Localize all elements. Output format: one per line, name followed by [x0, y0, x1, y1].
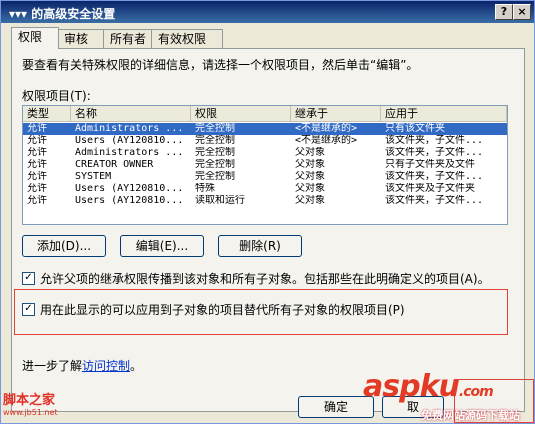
- column-header-apply-to[interactable]: 应用于: [381, 106, 507, 121]
- tab-auditing[interactable]: 审核: [57, 29, 105, 48]
- jb51-logo: 脚本之家 www.jb51.net: [3, 389, 58, 417]
- cell-apply-to: 该文件夹，子文件...: [385, 147, 484, 158]
- cell-type: 允许: [27, 195, 47, 206]
- jb51-url: www.jb51.net: [3, 408, 58, 417]
- cell-inherited-from: <不是继承的>: [295, 135, 358, 146]
- table-row[interactable]: 允许 CREATOR OWNER 完全控制 父对象 只有子文件夹及文件: [23, 159, 507, 171]
- cell-permission: 完全控制: [195, 135, 235, 146]
- cell-name: Users (AY120810...: [75, 183, 184, 194]
- cell-inherited-from: 父对象: [295, 147, 325, 158]
- cell-type: 允许: [27, 147, 47, 158]
- edit-button[interactable]: 编辑(E)...: [120, 235, 204, 257]
- cell-type: 允许: [27, 171, 47, 182]
- inherit-permissions-label: 允许父项的继承权限传播到该对象和所有子对象。包括那些在此明确定义的项目(A)。: [40, 272, 490, 286]
- cell-type: 允许: [27, 159, 47, 170]
- cell-type: 允许: [27, 123, 47, 134]
- replace-child-permissions-checkbox[interactable]: ✓: [22, 303, 35, 316]
- help-button[interactable]: ?: [495, 4, 513, 20]
- cell-inherited-from: <不是继承的>: [295, 123, 358, 134]
- cell-permission: 完全控制: [195, 123, 235, 134]
- list-header: 类型 名称 权限 继承于 应用于: [23, 106, 507, 122]
- table-row[interactable]: 允许 Users (AY120810... 完全控制 <不是继承的> 该文件夹，…: [23, 135, 507, 147]
- aspku-logo-text: aspku: [363, 369, 460, 404]
- remove-button[interactable]: 删除(R): [218, 235, 302, 257]
- cell-permission: 完全控制: [195, 171, 235, 182]
- table-row[interactable]: 允许 SYSTEM 完全控制 父对象 该文件夹，子文件...: [23, 171, 507, 183]
- column-header-permission[interactable]: 权限: [191, 106, 291, 121]
- tab-permissions[interactable]: 权限: [11, 27, 59, 49]
- cell-permission: 完全控制: [195, 147, 235, 158]
- list-label: 权限项目(T):: [22, 89, 91, 103]
- permission-entries-list[interactable]: 类型 名称 权限 继承于 应用于 允许 Administrators ... 完…: [22, 105, 508, 225]
- cell-name: Administrators ...: [75, 147, 184, 158]
- cell-apply-to: 该文件夹及子文件夹: [385, 183, 475, 194]
- cell-name: SYSTEM: [75, 171, 112, 182]
- table-row[interactable]: 允许 Users (AY120810... 读取和运行 父对象 该文件夹，子文件…: [23, 195, 507, 207]
- cell-inherited-from: 父对象: [295, 195, 325, 206]
- cell-name: CREATOR OWNER: [75, 159, 154, 170]
- cell-permission: 特殊: [195, 183, 215, 194]
- cell-apply-to: 只有该文件夹: [385, 123, 445, 134]
- cell-inherited-from: 父对象: [295, 159, 325, 170]
- permissions-panel: 要查看有关特殊权限的详细信息，请选择一个权限项目，然后单击“编辑”。 权限项目(…: [11, 48, 525, 418]
- cell-apply-to: 该文件夹，子文件...: [385, 171, 484, 182]
- jb51-logo-text: 脚本之家: [3, 393, 56, 408]
- description-text: 要查看有关特殊权限的详细信息，请选择一个权限项目，然后单击“编辑”。: [22, 58, 419, 72]
- window-title: ▾▾▾ 的高级安全设置: [9, 7, 116, 21]
- replace-child-permissions-label: 用在此显示的可以应用到子对象的项目替代所有子对象的权限项目(P): [40, 303, 405, 317]
- highlight-box-corner: [454, 379, 534, 423]
- learn-more-text: 进一步了解访问控制。: [22, 357, 142, 374]
- cell-type: 允许: [27, 183, 47, 194]
- cell-inherited-from: 父对象: [295, 183, 325, 194]
- column-header-type[interactable]: 类型: [23, 106, 71, 121]
- table-row[interactable]: 允许 Administrators ... 完全控制 <不是继承的> 只有该文件…: [23, 123, 507, 135]
- inherit-permissions-checkbox[interactable]: ✓: [22, 272, 35, 285]
- tab-effective-permissions[interactable]: 有效权限: [151, 29, 223, 48]
- cell-name: Administrators ...: [75, 123, 184, 134]
- cell-apply-to: 只有子文件夹及文件: [385, 159, 475, 170]
- cell-apply-to: 该文件夹，子文件...: [385, 195, 484, 206]
- column-header-name[interactable]: 名称: [71, 106, 191, 121]
- close-button[interactable]: ×: [513, 4, 531, 20]
- title-bar: ▾▾▾ 的高级安全设置 ? ×: [1, 1, 534, 23]
- cell-permission: 读取和运行: [195, 195, 245, 206]
- column-header-inherited-from[interactable]: 继承于: [291, 106, 381, 121]
- learn-more-prefix: 进一步了解: [22, 359, 83, 373]
- security-settings-window: ▾▾▾ 的高级安全设置 ? × 权限 审核 所有者 有效权限 要查看有关特殊权限…: [0, 0, 535, 424]
- learn-more-suffix: 。: [130, 359, 143, 373]
- add-button[interactable]: 添加(D)...: [22, 235, 106, 257]
- cell-type: 允许: [27, 135, 47, 146]
- cell-name: Users (AY120810...: [75, 135, 184, 146]
- cell-name: Users (AY120810...: [75, 195, 184, 206]
- access-control-link[interactable]: 访问控制: [82, 359, 130, 373]
- cell-apply-to: 该文件夹，子文件...: [385, 135, 484, 146]
- table-row[interactable]: 允许 Administrators ... 完全控制 父对象 该文件夹，子文件.…: [23, 147, 507, 159]
- cell-permission: 完全控制: [195, 159, 235, 170]
- table-row[interactable]: 允许 Users (AY120810... 特殊 父对象 该文件夹及子文件夹: [23, 183, 507, 195]
- cell-inherited-from: 父对象: [295, 171, 325, 182]
